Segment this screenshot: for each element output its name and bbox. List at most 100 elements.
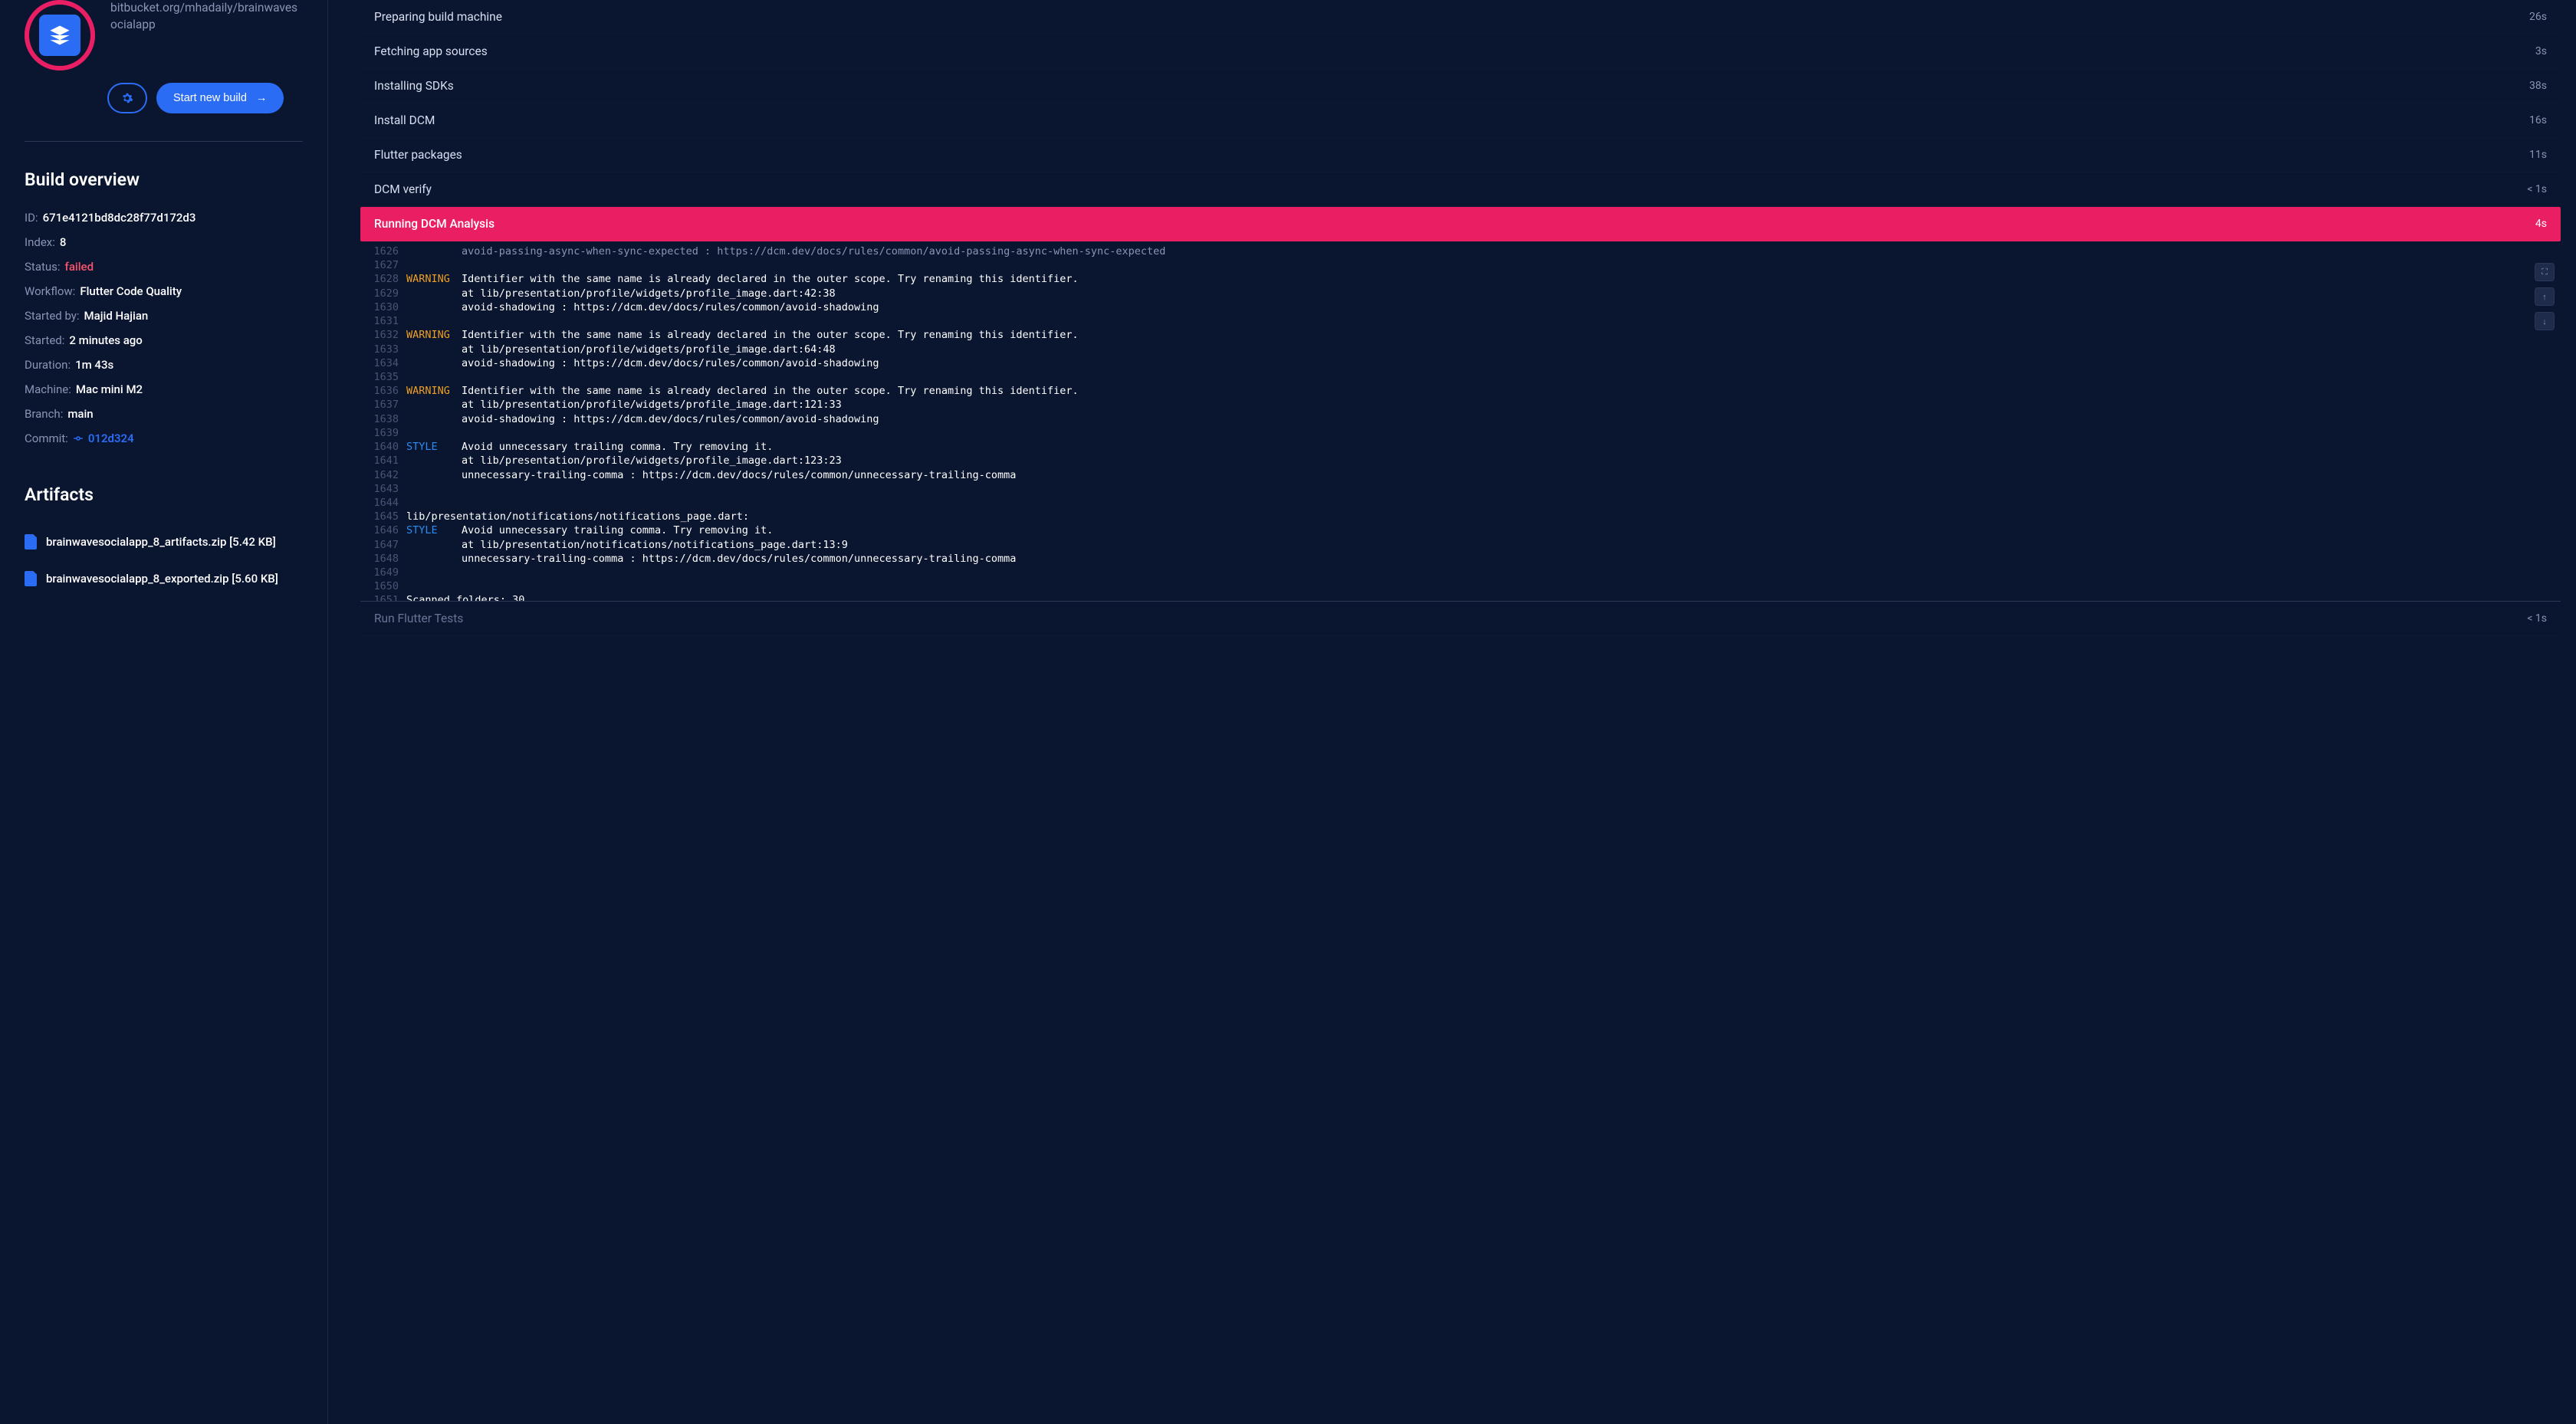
log-message: lib/presentation/notifications/notificat… xyxy=(406,510,2561,523)
log-line: 1627 xyxy=(366,258,2561,272)
overview-value: 671e4121bd8dc28f77d172d3 xyxy=(43,208,196,227)
overview-label: Status: xyxy=(25,258,61,276)
log-tag xyxy=(406,538,462,552)
line-number: 1648 xyxy=(366,552,406,566)
arrow-right-icon: → xyxy=(256,92,268,104)
commit-link[interactable]: 012d324 xyxy=(73,429,134,448)
overview-value: 2 minutes ago xyxy=(69,331,142,349)
log-tag xyxy=(406,482,462,496)
overview-label: Branch: xyxy=(25,405,63,423)
log-message: at lib/presentation/profile/widgets/prof… xyxy=(462,454,2561,468)
log-line: 1628WARNINGIdentifier with the same name… xyxy=(366,272,2561,286)
settings-button[interactable] xyxy=(107,83,147,113)
log-line: 1644 xyxy=(366,496,2561,510)
log-tag xyxy=(406,579,462,593)
build-step[interactable]: Installing SDKs38s xyxy=(360,69,2561,103)
build-step[interactable]: Install DCM16s xyxy=(360,103,2561,138)
overview-value-failed: failed xyxy=(65,258,94,276)
log-line: 1650 xyxy=(366,579,2561,593)
log-scroll-up-button[interactable]: ↑ xyxy=(2535,287,2555,306)
line-number: 1641 xyxy=(366,454,406,468)
step-name: Preparing build machine xyxy=(374,10,502,24)
overview-title: Build overview xyxy=(25,169,303,190)
layers-icon xyxy=(48,24,71,47)
artifact-name: brainwavesocialapp_8_exported.zip [5.60 … xyxy=(46,572,278,586)
step-time: 26s xyxy=(2529,11,2547,23)
overview-value: 8 xyxy=(60,233,67,251)
log-message: Avoid unnecessary trailing comma. Try re… xyxy=(462,523,2561,537)
overview-duration: Duration: 1m 43s xyxy=(25,356,303,374)
log-tag xyxy=(406,566,462,579)
commit-hash: 012d324 xyxy=(88,429,134,448)
header-actions: Start new build → xyxy=(107,83,303,113)
overview-workflow: Workflow: Flutter Code Quality xyxy=(25,282,303,300)
line-number: 1628 xyxy=(366,272,406,286)
overview-branch: Branch: main xyxy=(25,405,303,423)
log-line: 1633at lib/presentation/profile/widgets/… xyxy=(366,343,2561,356)
overview-started-by: Started by: Majid Hajian xyxy=(25,307,303,325)
expand-icon: ⛶ xyxy=(2542,267,2548,277)
line-number: 1645 xyxy=(366,510,406,523)
artifact-item[interactable]: brainwavesocialapp_8_exported.zip [5.60 … xyxy=(25,560,303,597)
build-step[interactable]: Run Flutter Tests < 1s xyxy=(360,602,2561,636)
step-name: Run Flutter Tests xyxy=(374,612,463,625)
arrow-down-icon: ↓ xyxy=(2542,317,2547,326)
step-name: Installing SDKs xyxy=(374,79,454,93)
log-line: 1636WARNINGIdentifier with the same name… xyxy=(366,384,2561,398)
overview-value: 1m 43s xyxy=(75,356,113,374)
log-output[interactable]: 1626 avoid-passing-async-when-sync-expect… xyxy=(360,241,2561,602)
line-number: 1626 xyxy=(366,244,406,258)
build-step[interactable]: Fetching app sources 3s xyxy=(360,34,2561,69)
build-step[interactable]: Flutter packages11s xyxy=(360,138,2561,172)
start-build-button[interactable]: Start new build → xyxy=(156,83,284,113)
artifacts-section: Artifacts brainwavesocialapp_8_artifacts… xyxy=(25,484,303,597)
overview-value: Majid Hajian xyxy=(84,307,149,325)
line-number: 1639 xyxy=(366,426,406,440)
log-message xyxy=(462,314,2561,328)
log-message: avoid-shadowing : https://dcm.dev/docs/r… xyxy=(462,356,2561,370)
log-line: 1649 xyxy=(366,566,2561,579)
log-tag xyxy=(406,412,462,426)
step-time: < 1s xyxy=(2527,612,2547,625)
log-message: avoid-passing-async-when-sync-expected :… xyxy=(462,244,2561,258)
log-line: 1632WARNINGIdentifier with the same name… xyxy=(366,328,2561,342)
overview-index: Index: 8 xyxy=(25,233,303,251)
log-message xyxy=(462,426,2561,440)
log-message: unnecessary-trailing-comma : https://dcm… xyxy=(462,552,2561,566)
build-step[interactable]: Preparing build machine 26s xyxy=(360,0,2561,34)
log-tag xyxy=(406,314,462,328)
line-number: 1637 xyxy=(366,398,406,412)
line-number: 1643 xyxy=(366,482,406,496)
artifact-item[interactable]: brainwavesocialapp_8_artifacts.zip [5.42… xyxy=(25,523,303,560)
log-line: 1640STYLEAvoid unnecessary trailing comm… xyxy=(366,440,2561,454)
overview-label: Workflow: xyxy=(25,282,75,300)
line-number: 1638 xyxy=(366,412,406,426)
log-tag: WARNING xyxy=(406,384,462,398)
log-line: 1638 avoid-shadowing : https://dcm.dev/do… xyxy=(366,412,2561,426)
gear-icon xyxy=(121,92,133,104)
log-line: 1647at lib/presentation/notifications/no… xyxy=(366,538,2561,552)
overview-status: Status: failed xyxy=(25,258,303,276)
build-step[interactable]: DCM verify< 1s xyxy=(360,172,2561,207)
step-time: 3s xyxy=(2535,45,2547,57)
log-tag xyxy=(406,426,462,440)
sidebar: bitbucket.org/mhadaily/brainwavesocialap… xyxy=(0,0,328,1424)
build-step[interactable]: Running DCM Analysis4s xyxy=(360,207,2561,241)
log-tag: STYLE xyxy=(406,440,462,454)
step-time: 4s xyxy=(2535,218,2547,230)
log-tag xyxy=(406,258,462,272)
line-number: 1644 xyxy=(366,496,406,510)
log-fullscreen-button[interactable]: ⛶ xyxy=(2535,263,2555,281)
log-message: avoid-shadowing : https://dcm.dev/docs/r… xyxy=(462,412,2561,426)
app-header: bitbucket.org/mhadaily/brainwavesocialap… xyxy=(25,0,303,71)
start-build-label: Start new build xyxy=(173,92,247,104)
log-line: 1646STYLEAvoid unnecessary trailing comm… xyxy=(366,523,2561,537)
log-message xyxy=(462,482,2561,496)
overview-label: Commit: xyxy=(25,429,68,448)
line-number: 1649 xyxy=(366,566,406,579)
step-name: Fetching app sources xyxy=(374,44,488,58)
log-scroll-down-button[interactable]: ↓ xyxy=(2535,312,2555,330)
log-tag xyxy=(406,370,462,384)
artifact-name: brainwavesocialapp_8_artifacts.zip [5.42… xyxy=(46,535,276,549)
log-message: Identifier with the same name is already… xyxy=(462,272,2561,286)
